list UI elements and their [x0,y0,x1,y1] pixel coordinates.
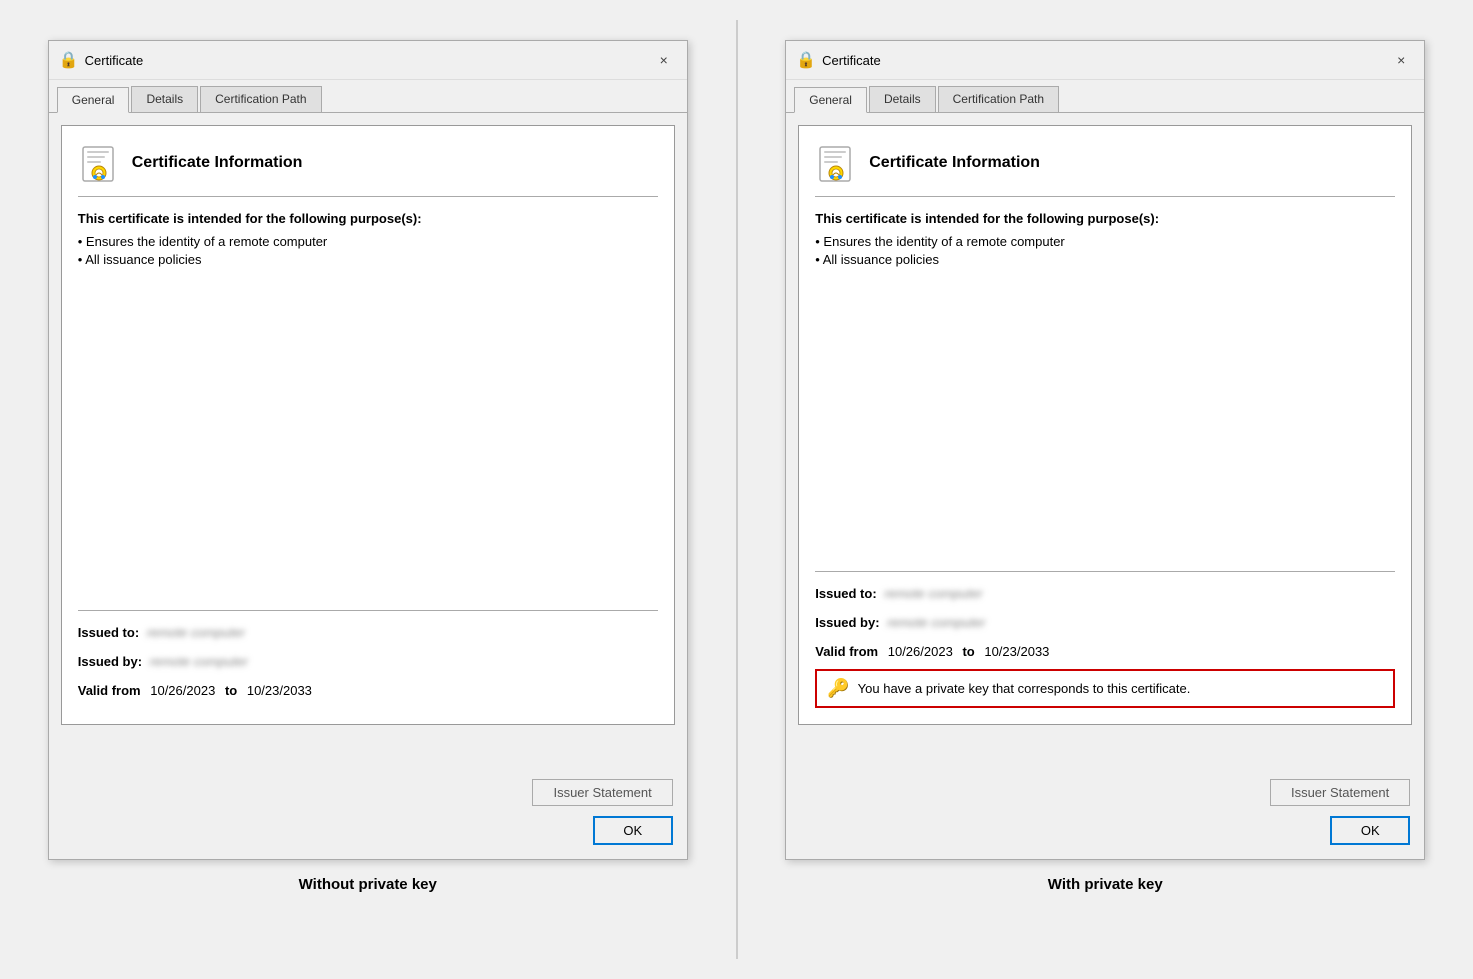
page-container: 🔒 Certificate × General Details Certific… [0,20,1473,959]
right-cert-info-section: Issued to: remote computer Issued by: re… [815,571,1395,708]
right-valid-from: Valid from 10/26/2023 to 10/23/2033 [815,644,1395,659]
private-key-message: You have a private key that corresponds … [858,681,1191,696]
left-issued-by-value: remote computer [150,654,248,669]
right-purpose-item-2: All issuance policies [815,252,1395,267]
right-purpose-title: This certificate is intended for the fol… [815,211,1395,226]
right-purpose-item-1: Ensures the identity of a remote compute… [815,234,1395,249]
right-purpose-list: Ensures the identity of a remote compute… [815,234,1395,270]
left-ok-button[interactable]: OK [593,816,673,845]
right-tab-certification-path[interactable]: Certification Path [938,86,1059,112]
right-issued-by-label: Issued by: [815,615,879,630]
left-issued-to-label: Issued to: [78,625,139,640]
right-valid-to-label: to [962,644,974,659]
left-content-area: Certificate Information This certificate… [49,112,687,769]
right-title-bar: 🔒 Certificate × [786,41,1424,80]
left-valid-to-label: to [225,683,237,698]
left-purpose-list: Ensures the identity of a remote compute… [78,234,658,270]
right-close-button[interactable]: × [1388,49,1414,71]
left-cert-info-section: Issued to: remote computer Issued by: re… [78,610,658,708]
left-panel-label: Without private key [299,860,437,913]
right-issued-by: Issued by: remote computer [815,615,1395,630]
right-panel-label: With private key [1048,860,1163,913]
left-valid-from-value: 10/26/2023 [150,683,215,698]
left-tab-details[interactable]: Details [131,86,198,112]
right-window-footer: Issuer Statement [786,769,1424,816]
left-window-footer: Issuer Statement [49,769,687,816]
right-cert-title-icon: 🔒 [796,50,816,70]
left-cert-icon [78,142,120,184]
left-purpose-item-2: All issuance policies [78,252,658,267]
left-issued-by-label: Issued by: [78,654,142,669]
left-issued-to-value: remote computer [147,625,245,640]
left-purpose-item-1: Ensures the identity of a remote compute… [78,234,658,249]
right-cert-header: Certificate Information [815,142,1395,197]
left-tab-bar: General Details Certification Path [49,80,687,112]
right-content-area: Certificate Information This certificate… [786,112,1424,769]
left-cert-header: Certificate Information [78,142,658,197]
left-close-button[interactable]: × [651,49,677,71]
right-window-title: Certificate [822,53,1382,68]
right-cert-icon [815,142,857,184]
left-purpose-title: This certificate is intended for the fol… [78,211,658,226]
right-valid-from-value: 10/26/2023 [888,644,953,659]
right-tab-general[interactable]: General [794,87,867,113]
right-tab-bar: General Details Certification Path [786,80,1424,112]
left-panel: 🔒 Certificate × General Details Certific… [0,20,736,959]
left-issued-to: Issued to: remote computer [78,625,658,640]
right-panel: 🔒 Certificate × General Details Certific… [738,20,1473,959]
left-tab-general[interactable]: General [57,87,130,113]
right-valid-from-label: Valid from [815,644,878,659]
right-issued-to-label: Issued to: [815,586,876,601]
right-valid-to-value: 10/23/2033 [984,644,1049,659]
right-issued-by-value: remote computer [887,615,985,630]
left-cert-box: Certificate Information This certificate… [61,125,675,725]
left-valid-from-label: Valid from [78,683,141,698]
left-cert-title: Certificate Information [132,154,303,172]
left-valid-to-value: 10/23/2033 [247,683,312,698]
right-issued-to-value: remote computer [884,586,982,601]
left-issued-by: Issued by: remote computer [78,654,658,669]
left-valid-from: Valid from 10/26/2023 to 10/23/2033 [78,683,658,698]
left-window: 🔒 Certificate × General Details Certific… [48,40,688,860]
right-ok-button[interactable]: OK [1330,816,1410,845]
right-window: 🔒 Certificate × General Details Certific… [785,40,1425,860]
left-window-title: Certificate [85,53,645,68]
right-cert-title: Certificate Information [869,154,1040,172]
key-icon: 🔑 [827,678,849,699]
left-cert-title-icon: 🔒 [59,50,79,70]
right-issuer-statement-button[interactable]: Issuer Statement [1270,779,1410,806]
left-title-bar: 🔒 Certificate × [49,41,687,80]
right-cert-box: Certificate Information This certificate… [798,125,1412,725]
right-tab-details[interactable]: Details [869,86,936,112]
left-tab-certification-path[interactable]: Certification Path [200,86,321,112]
left-issuer-statement-button[interactable]: Issuer Statement [532,779,672,806]
right-issued-to: Issued to: remote computer [815,586,1395,601]
private-key-notice: 🔑 You have a private key that correspond… [815,669,1395,708]
